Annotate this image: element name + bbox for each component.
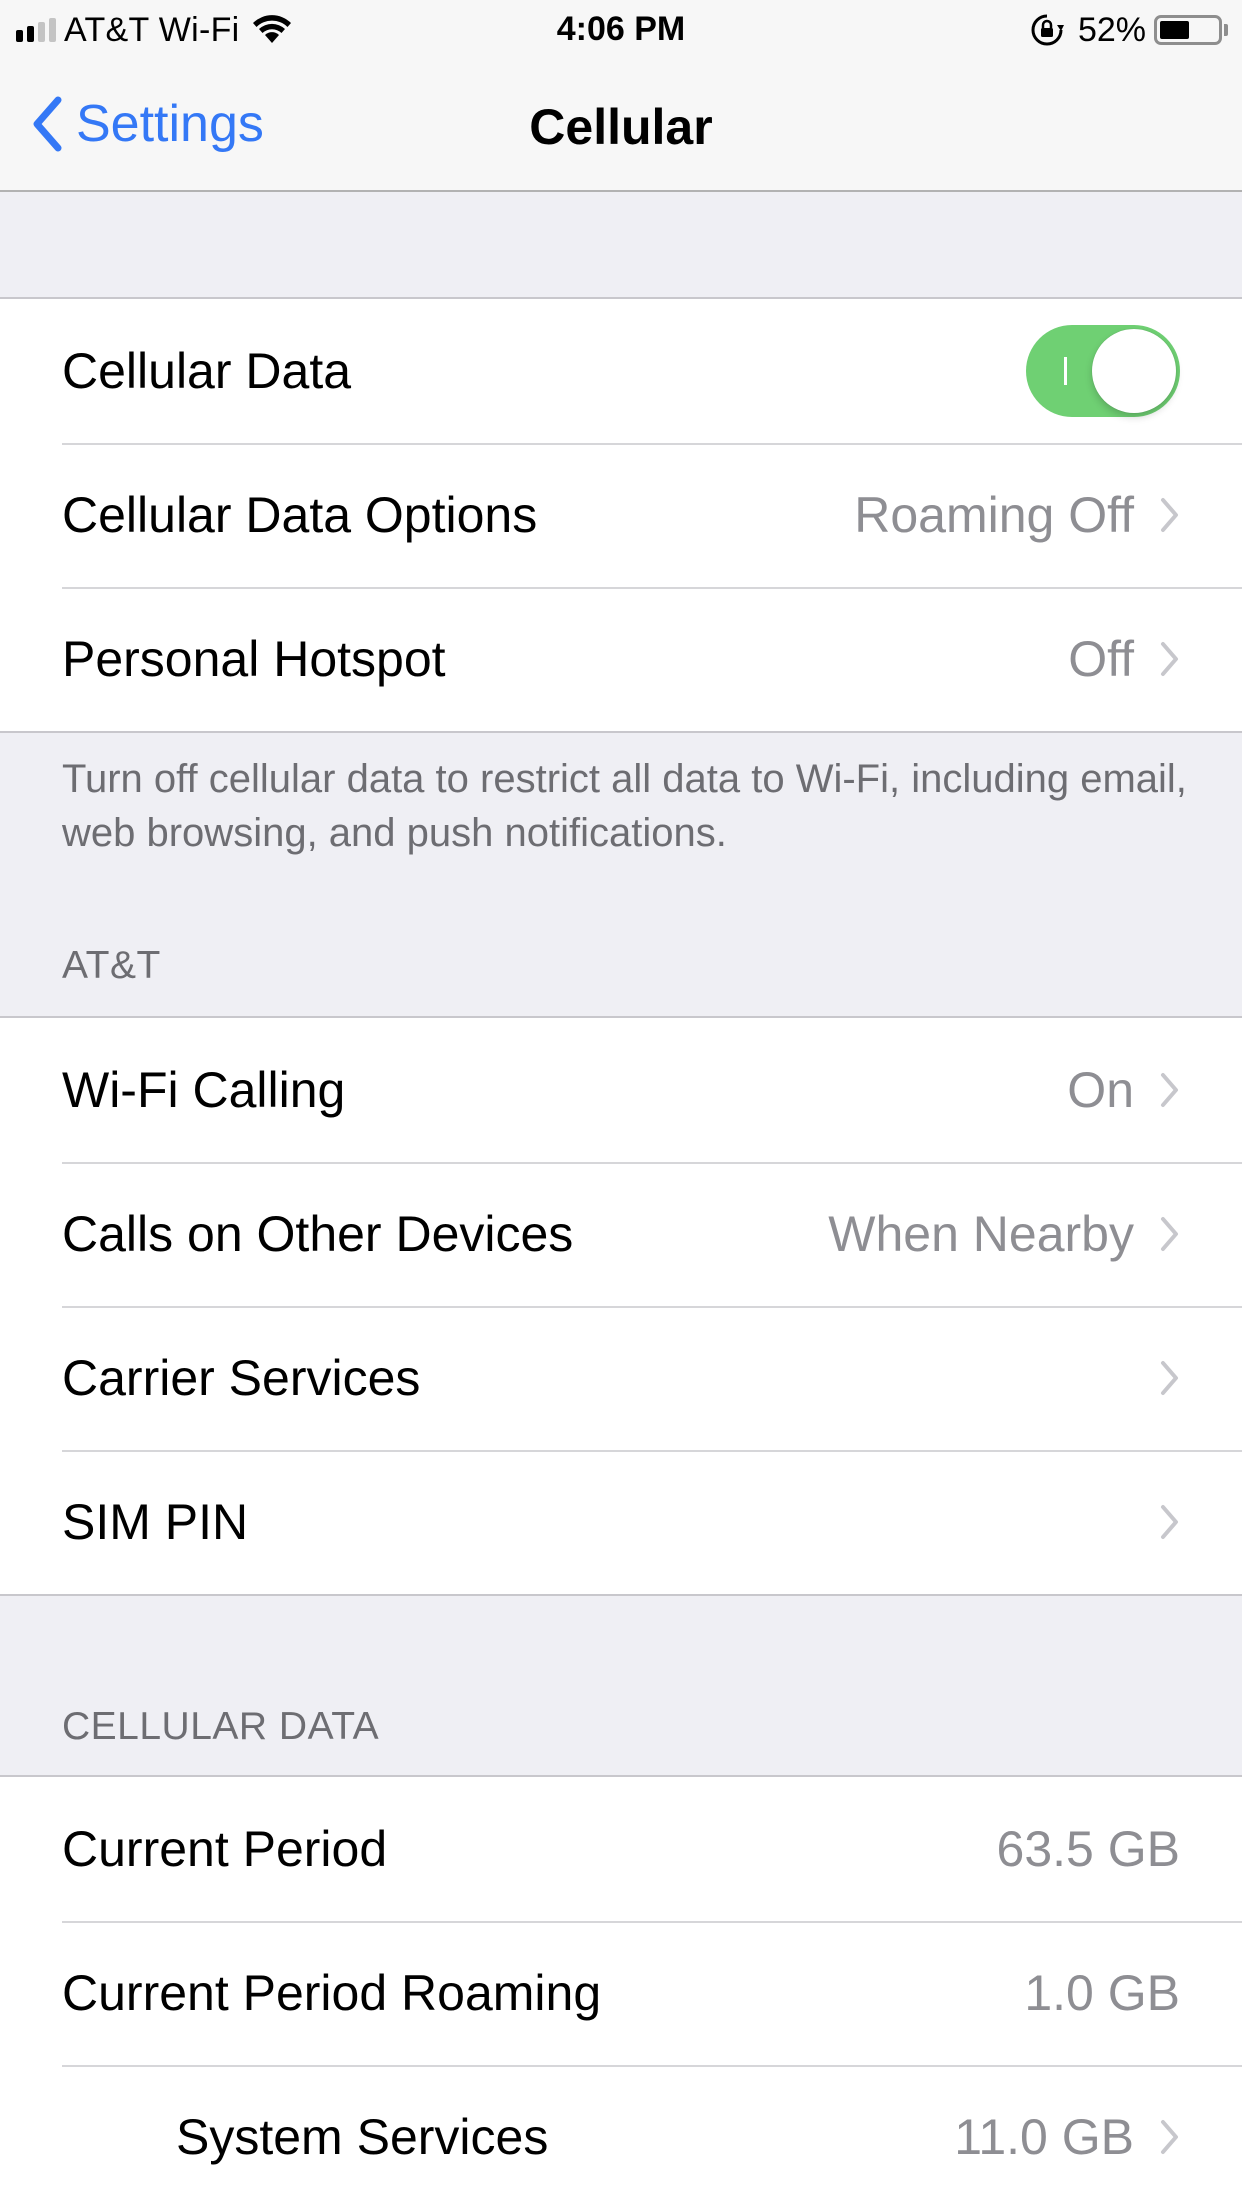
system-services-row[interactable]: System Services 11.0 GB [0, 2065, 1242, 2208]
cellular-data-row: Cellular Data [0, 299, 1242, 443]
carrier-services-row[interactable]: Carrier Services [0, 1306, 1242, 1450]
calls-on-other-devices-label: Calls on Other Devices [62, 1206, 574, 1262]
wifi-calling-label: Wi-Fi Calling [62, 1062, 346, 1118]
calls-on-other-devices-row[interactable]: Calls on Other Devices When Nearby [0, 1162, 1242, 1306]
chevron-right-icon [1160, 641, 1180, 677]
chevron-right-icon [1160, 2119, 1180, 2155]
chevron-right-icon [1160, 1360, 1180, 1396]
current-period-roaming-value: 1.0 GB [1024, 1965, 1180, 2021]
status-right: 52% [1030, 10, 1228, 50]
system-services-value: 11.0 GB [954, 2109, 1134, 2165]
chevron-left-icon [33, 96, 62, 152]
wifi-calling-row[interactable]: Wi-Fi Calling On [0, 1018, 1242, 1162]
cellular-data-label: Cellular Data [62, 343, 352, 399]
personal-hotspot-label: Personal Hotspot [62, 631, 446, 687]
cellular-data-options-row[interactable]: Cellular Data Options Roaming Off [0, 443, 1242, 587]
current-period-label: Current Period [62, 1821, 388, 1877]
carrier-group: Wi-Fi Calling On Calls on Other Devices … [0, 1016, 1242, 1596]
sim-pin-row[interactable]: SIM PIN [0, 1450, 1242, 1594]
calls-on-other-devices-value: When Nearby [828, 1206, 1134, 1262]
battery-cap [1224, 24, 1228, 36]
chevron-right-icon [1160, 1072, 1180, 1108]
cellular-usage-group: Current Period 63.5 GB Current Period Ro… [0, 1775, 1242, 2208]
cellular-data-options-label: Cellular Data Options [62, 487, 538, 543]
personal-hotspot-row[interactable]: Personal Hotspot Off [0, 587, 1242, 731]
section-header-carrier: AT&T [62, 944, 161, 987]
rotation-lock-icon [1031, 14, 1064, 46]
carrier-services-label: Carrier Services [62, 1350, 421, 1406]
system-services-label: System Services [176, 2109, 549, 2165]
toggle-on-indicator [1064, 357, 1067, 385]
cellular-data-toggle[interactable] [1026, 325, 1180, 417]
toggle-knob [1092, 329, 1176, 413]
battery-icon [1154, 15, 1222, 45]
battery-percent: 52% [1077, 10, 1146, 49]
chevron-right-icon [1160, 497, 1180, 533]
status-bar: AT&T Wi-Fi 4:06 PM 52% [0, 0, 1242, 60]
battery-fill [1160, 21, 1190, 39]
back-button[interactable]: Settings [32, 94, 264, 154]
personal-hotspot-value: Off [1068, 631, 1134, 687]
current-period-roaming-label: Current Period Roaming [62, 1965, 602, 2021]
current-period-row: Current Period 63.5 GB [0, 1777, 1242, 1921]
wifi-calling-value: On [1067, 1062, 1134, 1118]
current-period-roaming-row: Current Period Roaming 1.0 GB [0, 1921, 1242, 2065]
back-button-label: Settings [76, 95, 264, 153]
current-period-value: 63.5 GB [996, 1821, 1180, 1877]
cellular-data-options-value: Roaming Off [854, 487, 1134, 543]
cellular-settings-group: Cellular Data Cellular Data Options Roam… [0, 297, 1242, 733]
chevron-right-icon [1160, 1216, 1180, 1252]
cellular-data-footer: Turn off cellular data to restrict all d… [62, 757, 1187, 855]
section-header-cellular-data: CELLULAR DATA [62, 1705, 380, 1748]
navigation-bar: Settings Cellular [0, 60, 1242, 192]
chevron-right-icon [1160, 1504, 1180, 1540]
sim-pin-label: SIM PIN [62, 1494, 249, 1550]
